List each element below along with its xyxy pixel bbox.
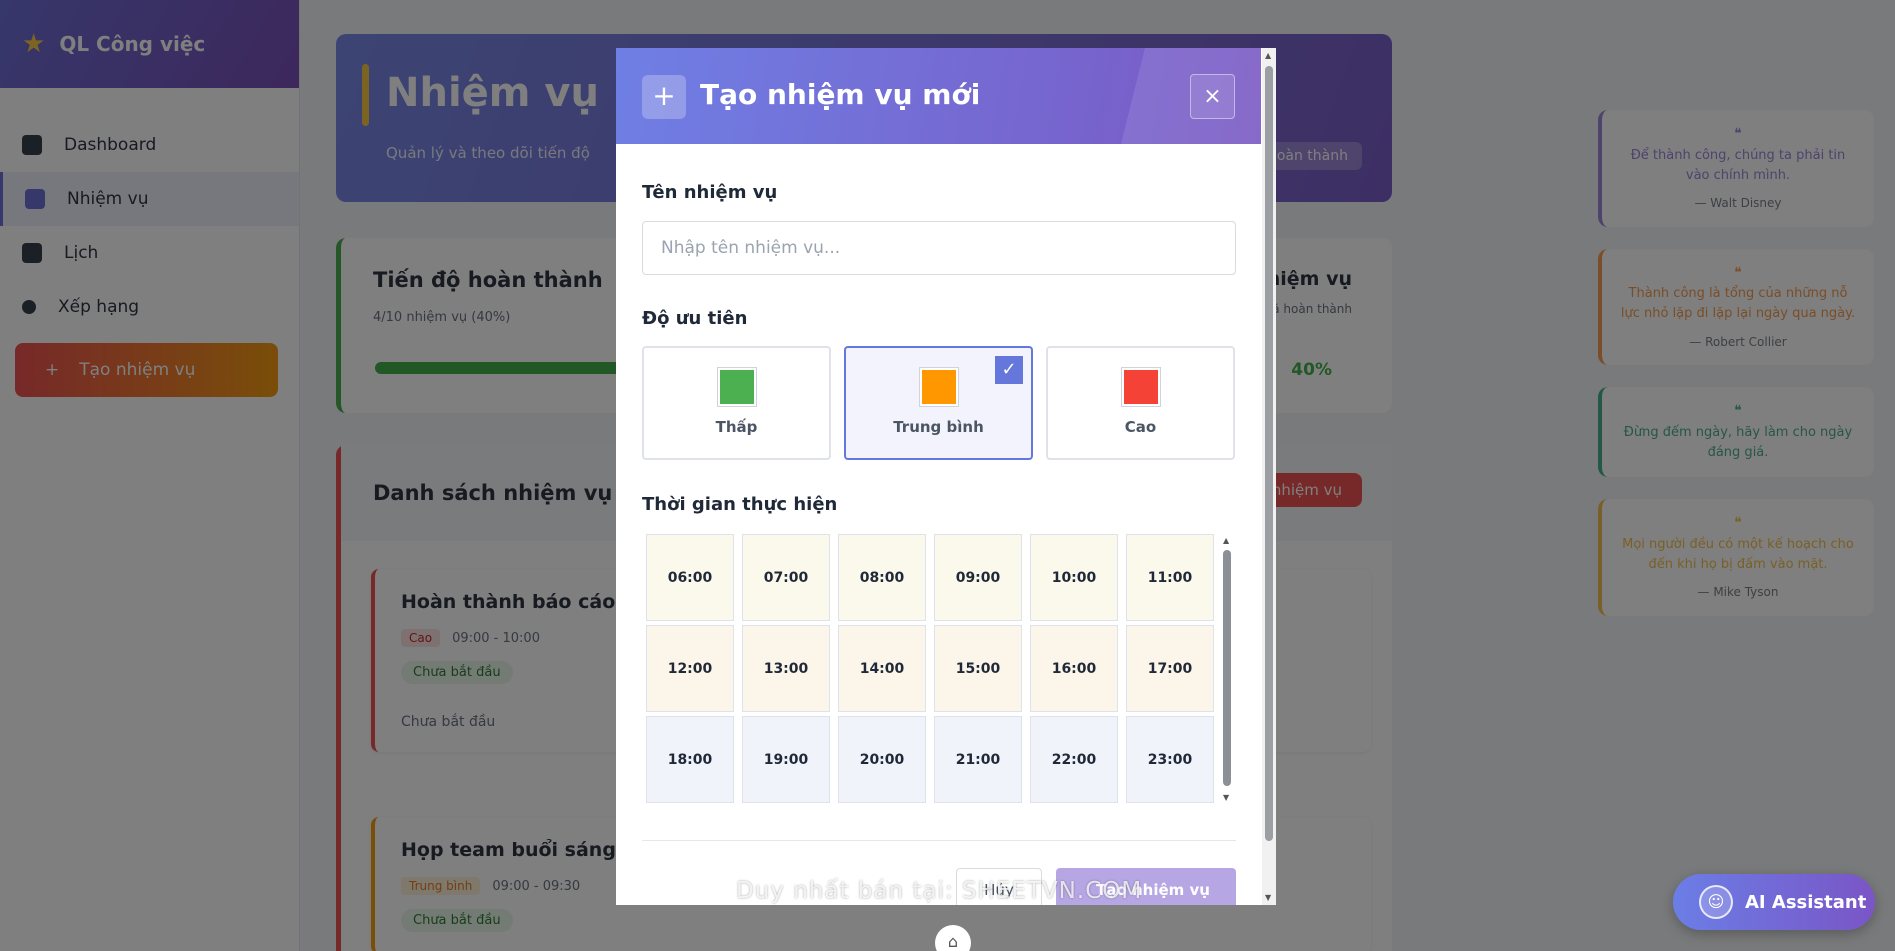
time-slot[interactable]: 08:00: [838, 534, 926, 621]
task-name-label: Tên nhiệm vụ: [642, 182, 778, 203]
priority-option-label: Cao: [1124, 418, 1157, 436]
modal-header: + Tạo nhiệm vụ mới ×: [616, 48, 1261, 144]
task-name-input[interactable]: [642, 221, 1236, 275]
priority-color-swatch: [717, 368, 756, 406]
time-slot[interactable]: 11:00: [1126, 534, 1214, 621]
priority-option-label: Trung bình: [893, 418, 984, 436]
robot-icon: ☺: [1699, 885, 1733, 919]
priority-option-label: Thấp: [715, 418, 758, 436]
scroll-thumb[interactable]: [1265, 66, 1273, 841]
time-slot[interactable]: 18:00: [646, 716, 734, 803]
time-slot[interactable]: 19:00: [742, 716, 830, 803]
close-button[interactable]: ×: [1190, 74, 1235, 119]
modal-title: Tạo nhiệm vụ mới: [700, 78, 981, 111]
time-slot[interactable]: 06:00: [646, 534, 734, 621]
time-slot[interactable]: 09:00: [934, 534, 1022, 621]
scroll-down-icon[interactable]: ▼: [1265, 893, 1271, 902]
watermark: Duy nhất bán tại: SHEETVN.COM: [736, 878, 1143, 904]
time-slot-grid: 06:00 07:00 08:00 09:00 10:00 11:00 12:00 13:00…: [642, 532, 1236, 803]
priority-color-swatch: [919, 368, 958, 406]
scroll-up-icon[interactable]: ▲: [1223, 536, 1229, 545]
ai-assistant-label: AI Assistant: [1745, 891, 1867, 913]
priority-option-medium[interactable]: ✓ Trung bình: [844, 346, 1033, 460]
time-slot[interactable]: 23:00: [1126, 716, 1214, 803]
time-slot[interactable]: 15:00: [934, 625, 1022, 712]
time-label: Thời gian thực hiện: [642, 494, 838, 515]
time-slot[interactable]: 21:00: [934, 716, 1022, 803]
time-slot[interactable]: 07:00: [742, 534, 830, 621]
modal-scrollbar[interactable]: ▲ ▼: [1262, 48, 1276, 905]
priority-option-low[interactable]: Thấp: [642, 346, 831, 460]
time-slot[interactable]: 16:00: [1030, 625, 1118, 712]
time-slot[interactable]: 12:00: [646, 625, 734, 712]
check-icon: ✓: [995, 356, 1023, 384]
create-task-modal: + Tạo nhiệm vụ mới × Tên nhiệm vụ Độ ưu …: [616, 48, 1276, 905]
priority-label: Độ ưu tiên: [642, 308, 748, 329]
time-slot[interactable]: 17:00: [1126, 625, 1214, 712]
scroll-up-icon[interactable]: ▲: [1265, 51, 1271, 60]
time-grid-scrollbar[interactable]: ▲ ▼: [1221, 536, 1233, 802]
scroll-thumb[interactable]: [1223, 550, 1231, 786]
time-slot[interactable]: 22:00: [1030, 716, 1118, 803]
plus-icon: +: [642, 75, 686, 119]
ai-assistant-button[interactable]: ☺ AI Assistant: [1673, 874, 1875, 930]
priority-color-swatch: [1121, 368, 1160, 406]
time-slot[interactable]: 13:00: [742, 625, 830, 712]
divider: [642, 840, 1236, 841]
time-slot[interactable]: 14:00: [838, 625, 926, 712]
time-slot[interactable]: 10:00: [1030, 534, 1118, 621]
priority-option-high[interactable]: Cao: [1046, 346, 1235, 460]
scroll-down-icon[interactable]: ▼: [1223, 793, 1229, 802]
time-slot[interactable]: 20:00: [838, 716, 926, 803]
